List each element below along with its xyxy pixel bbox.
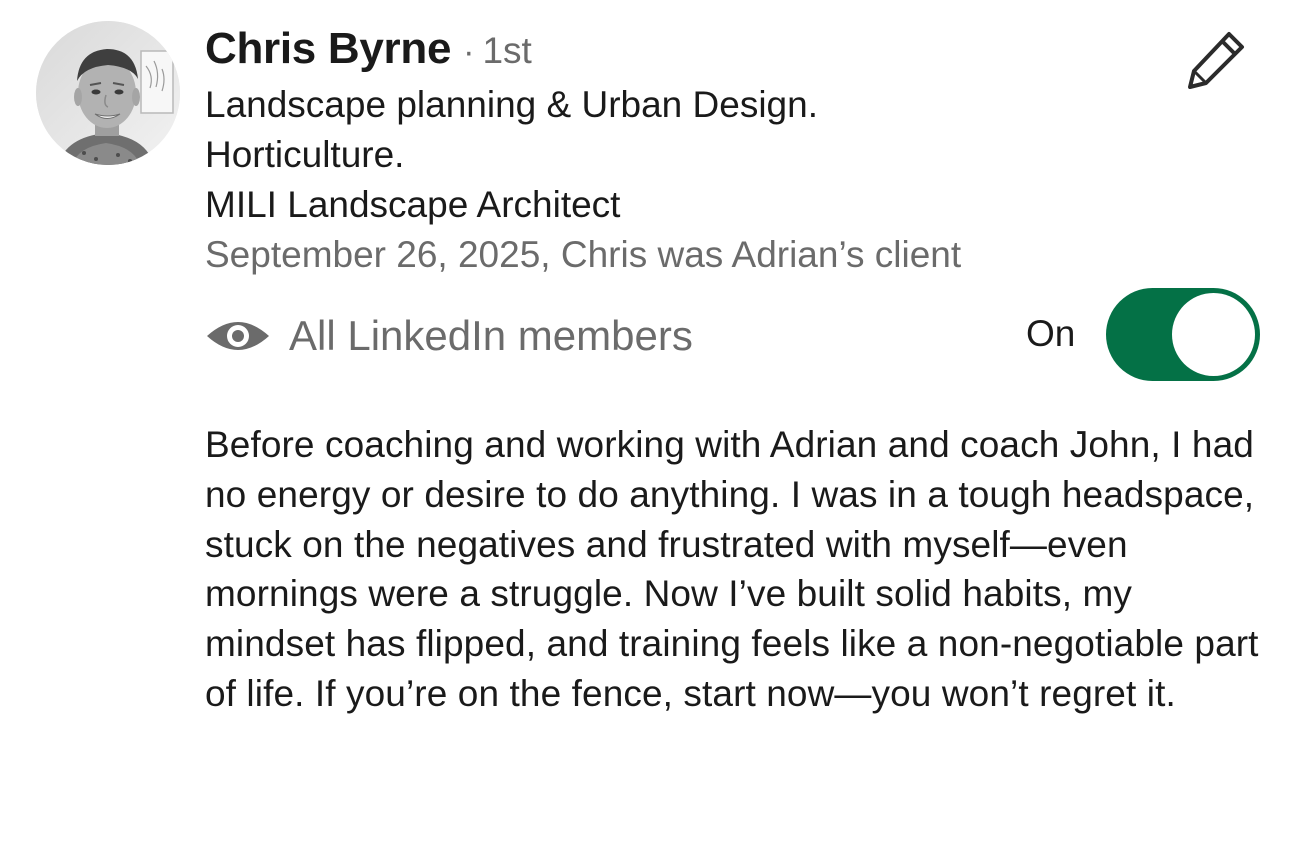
author-headline-line-3: MILI Landscape Architect xyxy=(205,184,621,225)
toggle-knob xyxy=(1172,293,1255,376)
author-headline-line-2: Horticulture. xyxy=(205,134,405,175)
profile-photo xyxy=(36,21,180,165)
author-name[interactable]: Chris Byrne xyxy=(205,24,451,74)
avatar[interactable] xyxy=(36,21,180,165)
visibility-label: All LinkedIn members xyxy=(289,312,693,359)
pencil-icon xyxy=(1188,32,1244,89)
toggle-state-label: On xyxy=(1026,313,1076,354)
connection-degree: 1st xyxy=(482,30,532,71)
recommendation-text: Before coaching and working with Adrian … xyxy=(205,424,1259,714)
name-line: Chris Byrne · 1st xyxy=(205,24,1165,80)
edit-button[interactable] xyxy=(1184,26,1250,92)
relationship-date: September 26, 2025, Chris was Adrian’s c… xyxy=(205,234,962,275)
author-info: Chris Byrne · 1st Landscape planning & U… xyxy=(205,24,1165,280)
visibility-setting[interactable]: All LinkedIn members xyxy=(205,304,693,368)
visibility-toggle[interactable] xyxy=(1106,288,1260,381)
author-headline-line-1: Landscape planning & Urban Design. xyxy=(205,84,818,125)
recommendation-card: Chris Byrne · 1st Landscape planning & U… xyxy=(0,0,1290,847)
eye-icon xyxy=(205,316,273,356)
name-separator: · xyxy=(463,33,475,71)
